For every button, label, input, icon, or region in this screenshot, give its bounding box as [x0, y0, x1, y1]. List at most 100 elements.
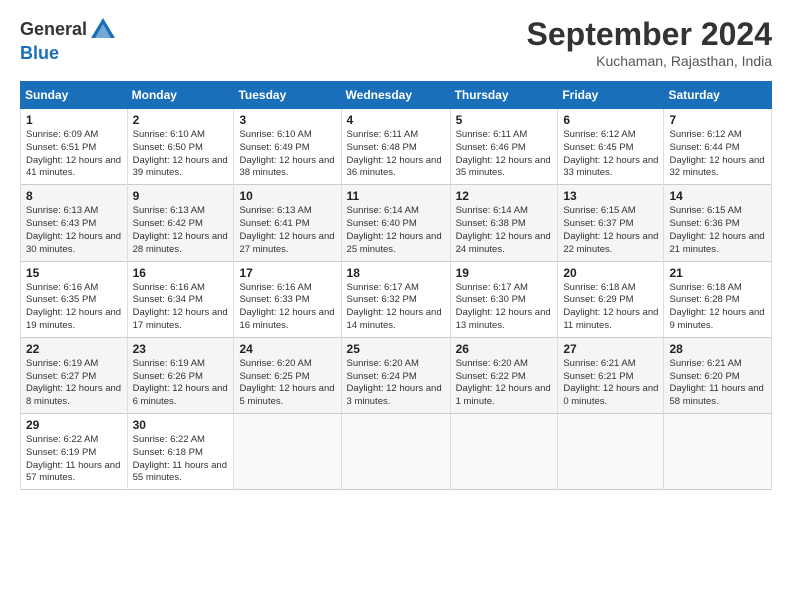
day-number: 11	[347, 189, 445, 203]
day-info: Sunrise: 6:22 AMSunset: 6:19 PMDaylight:…	[26, 434, 120, 483]
calendar-cell: 5 Sunrise: 6:11 AMSunset: 6:46 PMDayligh…	[450, 109, 558, 185]
calendar-cell: 16 Sunrise: 6:16 AMSunset: 6:34 PMDaylig…	[127, 261, 234, 337]
day-info: Sunrise: 6:16 AMSunset: 6:34 PMDaylight:…	[133, 282, 228, 331]
calendar-cell: 10 Sunrise: 6:13 AMSunset: 6:41 PMDaylig…	[234, 185, 341, 261]
calendar-cell: 2 Sunrise: 6:10 AMSunset: 6:50 PMDayligh…	[127, 109, 234, 185]
day-info: Sunrise: 6:14 AMSunset: 6:40 PMDaylight:…	[347, 205, 442, 254]
week-row-1: 1 Sunrise: 6:09 AMSunset: 6:51 PMDayligh…	[21, 109, 772, 185]
calendar-cell: 28 Sunrise: 6:21 AMSunset: 6:20 PMDaylig…	[664, 337, 772, 413]
calendar-cell	[558, 414, 664, 490]
calendar-cell: 26 Sunrise: 6:20 AMSunset: 6:22 PMDaylig…	[450, 337, 558, 413]
day-info: Sunrise: 6:18 AMSunset: 6:28 PMDaylight:…	[669, 282, 764, 331]
calendar-cell	[450, 414, 558, 490]
location: Kuchaman, Rajasthan, India	[527, 53, 772, 69]
day-number: 10	[239, 189, 335, 203]
day-number: 28	[669, 342, 766, 356]
calendar-cell: 6 Sunrise: 6:12 AMSunset: 6:45 PMDayligh…	[558, 109, 664, 185]
calendar-cell	[664, 414, 772, 490]
day-info: Sunrise: 6:12 AMSunset: 6:45 PMDaylight:…	[563, 129, 658, 178]
calendar-cell: 18 Sunrise: 6:17 AMSunset: 6:32 PMDaylig…	[341, 261, 450, 337]
day-number: 20	[563, 266, 658, 280]
calendar-cell: 3 Sunrise: 6:10 AMSunset: 6:49 PMDayligh…	[234, 109, 341, 185]
day-number: 7	[669, 113, 766, 127]
day-number: 18	[347, 266, 445, 280]
day-info: Sunrise: 6:10 AMSunset: 6:50 PMDaylight:…	[133, 129, 228, 178]
calendar-cell: 11 Sunrise: 6:14 AMSunset: 6:40 PMDaylig…	[341, 185, 450, 261]
day-number: 27	[563, 342, 658, 356]
week-row-5: 29 Sunrise: 6:22 AMSunset: 6:19 PMDaylig…	[21, 414, 772, 490]
day-number: 26	[456, 342, 553, 356]
day-info: Sunrise: 6:17 AMSunset: 6:32 PMDaylight:…	[347, 282, 442, 331]
day-number: 15	[26, 266, 122, 280]
calendar-cell: 4 Sunrise: 6:11 AMSunset: 6:48 PMDayligh…	[341, 109, 450, 185]
weekday-header-wednesday: Wednesday	[341, 82, 450, 109]
calendar-cell: 14 Sunrise: 6:15 AMSunset: 6:36 PMDaylig…	[664, 185, 772, 261]
day-info: Sunrise: 6:13 AMSunset: 6:42 PMDaylight:…	[133, 205, 228, 254]
logo-general: General	[20, 19, 87, 39]
weekday-header-tuesday: Tuesday	[234, 82, 341, 109]
calendar-cell: 24 Sunrise: 6:20 AMSunset: 6:25 PMDaylig…	[234, 337, 341, 413]
day-info: Sunrise: 6:22 AMSunset: 6:18 PMDaylight:…	[133, 434, 227, 483]
day-number: 29	[26, 418, 122, 432]
day-info: Sunrise: 6:10 AMSunset: 6:49 PMDaylight:…	[239, 129, 334, 178]
calendar-cell: 1 Sunrise: 6:09 AMSunset: 6:51 PMDayligh…	[21, 109, 128, 185]
day-info: Sunrise: 6:14 AMSunset: 6:38 PMDaylight:…	[456, 205, 551, 254]
day-number: 4	[347, 113, 445, 127]
day-info: Sunrise: 6:11 AMSunset: 6:46 PMDaylight:…	[456, 129, 551, 178]
day-info: Sunrise: 6:11 AMSunset: 6:48 PMDaylight:…	[347, 129, 442, 178]
day-info: Sunrise: 6:21 AMSunset: 6:21 PMDaylight:…	[563, 358, 658, 407]
title-block: September 2024 Kuchaman, Rajasthan, Indi…	[527, 16, 772, 69]
week-row-3: 15 Sunrise: 6:16 AMSunset: 6:35 PMDaylig…	[21, 261, 772, 337]
day-number: 19	[456, 266, 553, 280]
day-info: Sunrise: 6:20 AMSunset: 6:22 PMDaylight:…	[456, 358, 551, 407]
day-number: 8	[26, 189, 122, 203]
day-info: Sunrise: 6:09 AMSunset: 6:51 PMDaylight:…	[26, 129, 121, 178]
day-info: Sunrise: 6:15 AMSunset: 6:36 PMDaylight:…	[669, 205, 764, 254]
calendar-cell: 29 Sunrise: 6:22 AMSunset: 6:19 PMDaylig…	[21, 414, 128, 490]
day-info: Sunrise: 6:20 AMSunset: 6:25 PMDaylight:…	[239, 358, 334, 407]
weekday-header-thursday: Thursday	[450, 82, 558, 109]
calendar-cell: 25 Sunrise: 6:20 AMSunset: 6:24 PMDaylig…	[341, 337, 450, 413]
day-number: 24	[239, 342, 335, 356]
calendar-cell: 20 Sunrise: 6:18 AMSunset: 6:29 PMDaylig…	[558, 261, 664, 337]
weekday-header-row: SundayMondayTuesdayWednesdayThursdayFrid…	[21, 82, 772, 109]
day-info: Sunrise: 6:19 AMSunset: 6:27 PMDaylight:…	[26, 358, 121, 407]
calendar-cell: 15 Sunrise: 6:16 AMSunset: 6:35 PMDaylig…	[21, 261, 128, 337]
calendar-cell: 22 Sunrise: 6:19 AMSunset: 6:27 PMDaylig…	[21, 337, 128, 413]
logo: General Blue	[20, 16, 117, 64]
calendar-cell: 8 Sunrise: 6:13 AMSunset: 6:43 PMDayligh…	[21, 185, 128, 261]
calendar-cell: 19 Sunrise: 6:17 AMSunset: 6:30 PMDaylig…	[450, 261, 558, 337]
day-number: 21	[669, 266, 766, 280]
day-info: Sunrise: 6:17 AMSunset: 6:30 PMDaylight:…	[456, 282, 551, 331]
calendar-cell: 27 Sunrise: 6:21 AMSunset: 6:21 PMDaylig…	[558, 337, 664, 413]
day-number: 17	[239, 266, 335, 280]
day-info: Sunrise: 6:15 AMSunset: 6:37 PMDaylight:…	[563, 205, 658, 254]
day-number: 3	[239, 113, 335, 127]
day-number: 25	[347, 342, 445, 356]
day-number: 30	[133, 418, 229, 432]
weekday-header-sunday: Sunday	[21, 82, 128, 109]
page-header: General Blue September 2024 Kuchaman, Ra…	[20, 16, 772, 69]
calendar-cell: 13 Sunrise: 6:15 AMSunset: 6:37 PMDaylig…	[558, 185, 664, 261]
day-info: Sunrise: 6:16 AMSunset: 6:35 PMDaylight:…	[26, 282, 121, 331]
week-row-2: 8 Sunrise: 6:13 AMSunset: 6:43 PMDayligh…	[21, 185, 772, 261]
day-number: 16	[133, 266, 229, 280]
day-info: Sunrise: 6:13 AMSunset: 6:41 PMDaylight:…	[239, 205, 334, 254]
day-info: Sunrise: 6:13 AMSunset: 6:43 PMDaylight:…	[26, 205, 121, 254]
day-number: 12	[456, 189, 553, 203]
calendar-cell: 12 Sunrise: 6:14 AMSunset: 6:38 PMDaylig…	[450, 185, 558, 261]
weekday-header-saturday: Saturday	[664, 82, 772, 109]
day-number: 2	[133, 113, 229, 127]
day-number: 23	[133, 342, 229, 356]
calendar-cell: 23 Sunrise: 6:19 AMSunset: 6:26 PMDaylig…	[127, 337, 234, 413]
day-number: 13	[563, 189, 658, 203]
calendar-cell: 7 Sunrise: 6:12 AMSunset: 6:44 PMDayligh…	[664, 109, 772, 185]
weekday-header-friday: Friday	[558, 82, 664, 109]
calendar-table: SundayMondayTuesdayWednesdayThursdayFrid…	[20, 81, 772, 490]
calendar-cell	[234, 414, 341, 490]
calendar-cell	[341, 414, 450, 490]
day-info: Sunrise: 6:21 AMSunset: 6:20 PMDaylight:…	[669, 358, 763, 407]
day-number: 22	[26, 342, 122, 356]
calendar-cell: 17 Sunrise: 6:16 AMSunset: 6:33 PMDaylig…	[234, 261, 341, 337]
calendar-cell: 30 Sunrise: 6:22 AMSunset: 6:18 PMDaylig…	[127, 414, 234, 490]
